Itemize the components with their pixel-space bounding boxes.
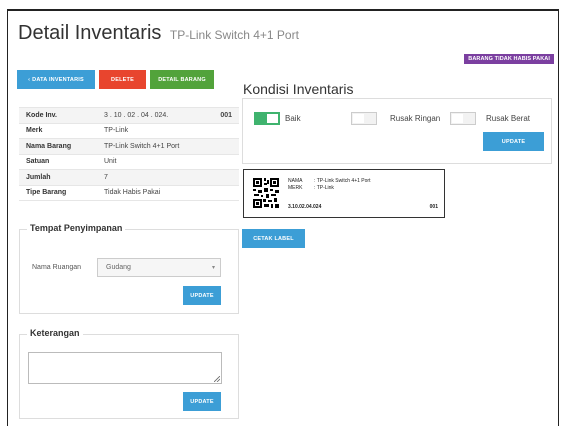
toggle-rusak-berat-label: Rusak Berat <box>486 114 531 123</box>
label-brand-key: MERK <box>288 185 303 191</box>
inventory-number: 001 <box>220 111 232 119</box>
toggle-rusak-berat[interactable] <box>450 112 476 125</box>
notes-panel: Keterangan UPDATE <box>19 328 239 419</box>
toggle-baik[interactable] <box>254 112 280 125</box>
chevron-down-icon: ▾ <box>211 265 215 271</box>
notes-update-button[interactable]: UPDATE <box>183 392 221 411</box>
table-row: Nama Barang TP-Link Switch 4+1 Port <box>19 138 239 155</box>
room-select-value: Gudang <box>106 264 131 271</box>
table-row: Kode Inv. 3 . 10 . 02 . 04 . 024. 001 <box>19 107 239 124</box>
page-title: Detail Inventaris <box>18 22 162 44</box>
storage-update-button[interactable]: UPDATE <box>183 286 221 305</box>
detail-item-button[interactable]: DETAIL BARANG <box>150 70 214 89</box>
row-label: Nama Barang <box>19 138 97 155</box>
row-value: TP-Link Switch 4+1 Port <box>97 138 239 155</box>
storage-legend: Tempat Penyimpanan <box>27 223 126 233</box>
table-row: Jumlah 7 <box>19 169 239 186</box>
label-name-key: NAMA <box>288 178 303 184</box>
table-row: Merk TP-Link <box>19 123 239 139</box>
notes-textarea[interactable] <box>28 352 222 384</box>
toggle-rusak-ringan-label: Rusak Ringan <box>390 114 441 123</box>
room-select[interactable]: Gudang ▾ <box>97 258 221 277</box>
condition-title: Kondisi Inventaris <box>243 81 354 97</box>
row-label: Satuan <box>19 154 97 170</box>
delete-button[interactable]: DELETE <box>99 70 146 89</box>
page-header: Detail Inventaris TP-Link Switch 4+1 Por… <box>18 22 299 45</box>
page-frame: Detail Inventaris TP-Link Switch 4+1 Por… <box>7 9 559 426</box>
chevron-left-icon: ‹ <box>28 76 31 83</box>
label-number: 001 <box>429 204 438 210</box>
row-label: Merk <box>19 123 97 139</box>
storage-panel: Tempat Penyimpanan Nama Ruangan Gudang ▾… <box>19 223 239 314</box>
row-value: Tidak Habis Pakai <box>97 185 239 201</box>
row-label: Jumlah <box>19 169 97 186</box>
row-value: TP-Link <box>97 123 239 139</box>
qr-code-icon <box>252 177 280 209</box>
print-label-button[interactable]: CETAK LABEL <box>242 229 305 248</box>
toggle-baik-label: Baik <box>285 114 301 123</box>
label-brand-value: : TP-Link <box>314 185 334 191</box>
inventory-label-card: NAMA : TP-Link Switch 4+1 Port MERK : TP… <box>243 169 445 218</box>
item-type-badge: BARANG TIDAK HABIS PAKAI <box>464 54 554 64</box>
inventory-info-table: Kode Inv. 3 . 10 . 02 . 04 . 024. 001 Me… <box>19 107 239 201</box>
label-name-value: : TP-Link Switch 4+1 Port <box>314 178 371 184</box>
back-to-inventory-button[interactable]: ‹ DATA INVENTARIS <box>17 70 95 89</box>
condition-update-button[interactable]: UPDATE <box>483 132 544 151</box>
inventory-code: 3 . 10 . 02 . 04 . 024. <box>104 111 169 119</box>
row-value: Unit <box>97 154 239 170</box>
table-row: Satuan Unit <box>19 154 239 170</box>
table-row: Tipe Barang Tidak Habis Pakai <box>19 185 239 201</box>
resize-handle-icon[interactable] <box>214 376 220 382</box>
back-to-inventory-label: DATA INVENTARIS <box>32 76 84 83</box>
row-label: Kode Inv. <box>19 107 97 124</box>
condition-panel: Baik Rusak Ringan Rusak Berat UPDATE <box>242 98 552 164</box>
row-value: 7 <box>97 169 239 186</box>
notes-legend: Keterangan <box>27 328 83 338</box>
page-subtitle: TP-Link Switch 4+1 Port <box>169 28 299 42</box>
row-label: Tipe Barang <box>19 185 97 201</box>
room-name-label: Nama Ruangan <box>32 264 82 271</box>
label-code: 3.10.02.04.024 <box>288 204 322 210</box>
toggle-rusak-ringan[interactable] <box>351 112 377 125</box>
